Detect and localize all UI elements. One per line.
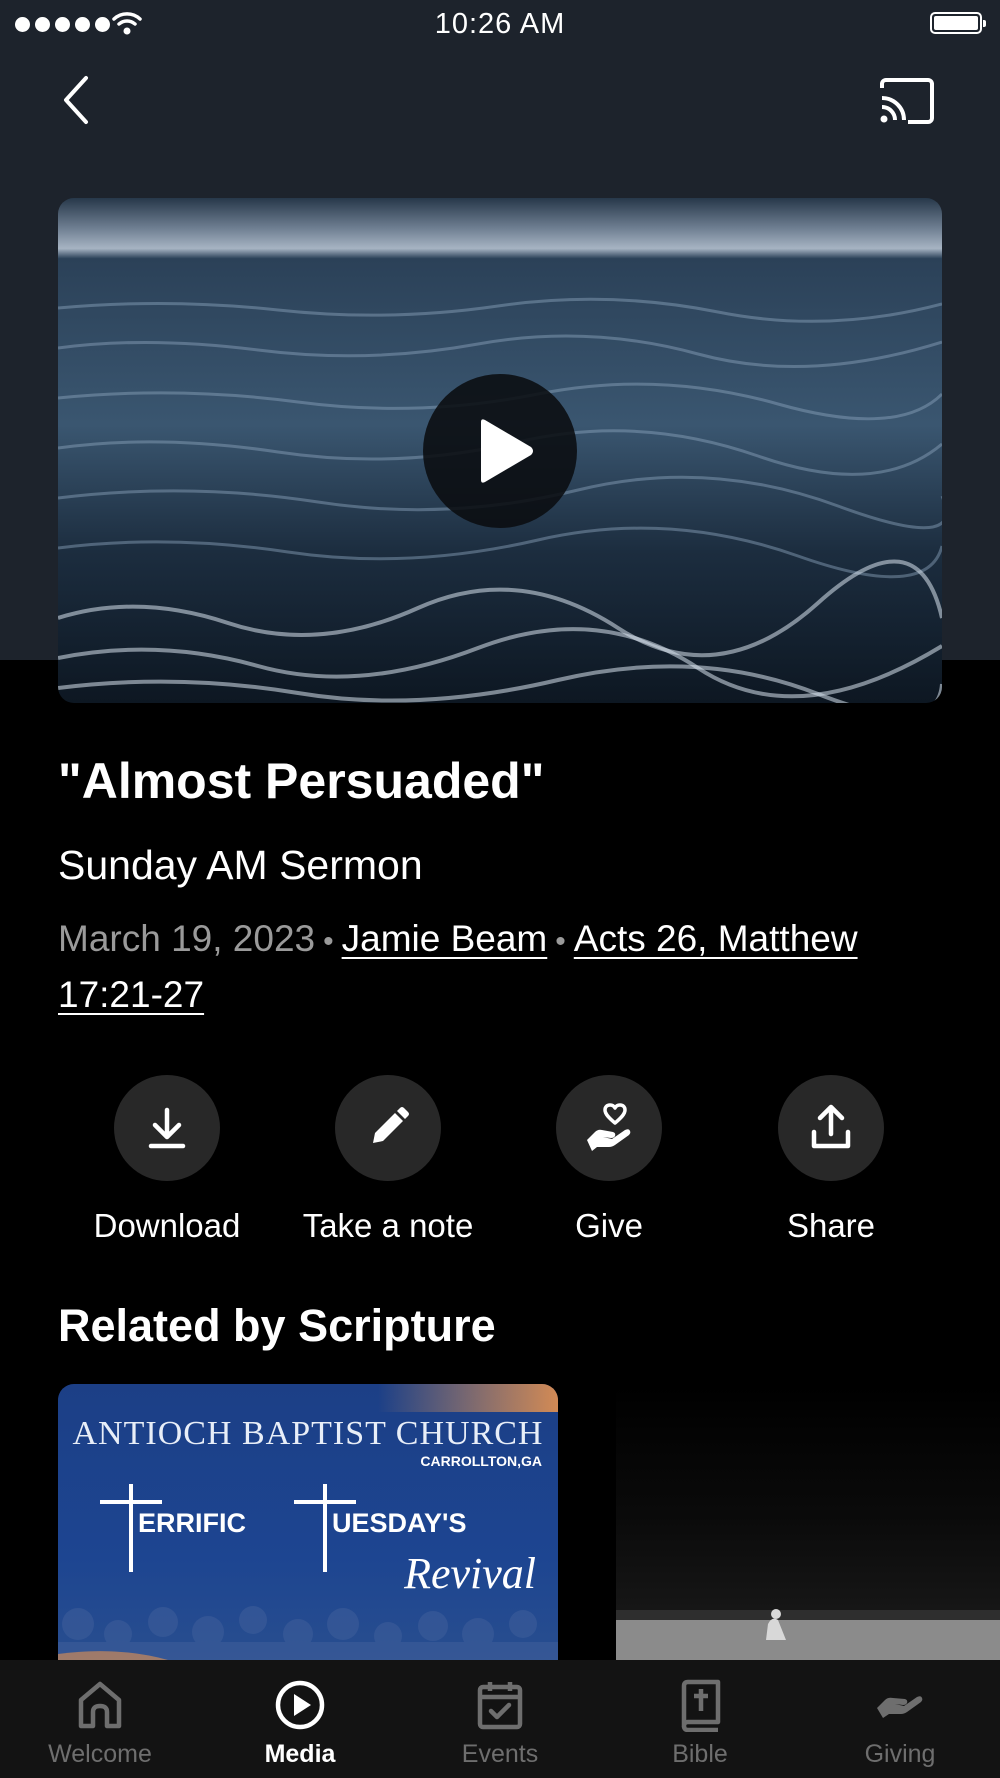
speaker-link[interactable]: Jamie Beam [342,918,548,959]
tab-giving-label: Giving [864,1740,936,1768]
tab-media[interactable]: Media [200,1660,400,1778]
download-circle[interactable] [114,1075,220,1181]
media-title: "Almost Persuaded" [58,753,545,809]
prayer-thumbnail-image [616,1384,1000,1674]
media-subtitle: Sunday AM Sermon [58,842,423,888]
share-icon [811,1104,851,1149]
play-icon [481,419,533,483]
play-circle-icon [275,1680,325,1730]
church-name: ANTIOCH BAPTIST CHURCH [73,1415,544,1452]
cast-button[interactable] [878,76,938,126]
calendar-icon [477,1682,523,1730]
church-location: CARROLLTON,GA [420,1453,542,1469]
related-section-title: Related by Scripture [58,1300,496,1351]
bible-icon [681,1679,721,1732]
revival-thumbnail-image: ANTIOCH BAPTIST CHURCH CARROLLTON,GA ERR… [58,1384,558,1674]
tab-bible-label: Bible [672,1740,728,1768]
tab-welcome-label: Welcome [48,1740,152,1768]
status-bar: 10:26 AM [0,0,1000,50]
media-meta: March 19, 2023 • Jamie Beam • Acts 26, Matth… [58,912,958,1021]
give-circle[interactable] [556,1075,662,1181]
giving-hand-icon [877,1696,923,1718]
media-date: March 19, 2023 [58,918,316,959]
take-note-button[interactable]: Take a note [288,1075,488,1245]
separator-dot: • [555,925,566,958]
back-button[interactable] [56,72,96,128]
download-button[interactable]: Download [67,1075,267,1245]
status-time: 10:26 AM [434,8,566,40]
home-icon [78,1681,122,1729]
tab-bible[interactable]: Bible [600,1660,800,1778]
play-button[interactable] [423,374,577,528]
tab-events[interactable]: Events [400,1660,600,1778]
tab-bar: Welcome Media Events Bible Giving [0,1660,1000,1778]
give-button[interactable]: Give [509,1075,709,1245]
download-label: Download [93,1207,241,1244]
separator-dot: • [323,925,334,958]
tab-giving[interactable]: Giving [800,1660,1000,1778]
pencil-icon [373,1107,409,1143]
tab-events-label: Events [461,1740,539,1768]
video-player[interactable] [58,198,942,703]
share-circle[interactable] [778,1075,884,1181]
title-script-revival: Revival [403,1549,536,1598]
share-label: Share [786,1207,876,1244]
related-media-card-2[interactable] [616,1384,1000,1674]
take-note-circle[interactable] [335,1075,441,1181]
download-icon [148,1107,186,1149]
chevron-left-icon [64,76,88,124]
battery-icon [930,12,986,34]
cast-icon [880,78,934,124]
related-media-card[interactable]: ANTIOCH BAPTIST CHURCH CARROLLTON,GA ERR… [58,1384,558,1674]
tab-welcome[interactable]: Welcome [0,1660,200,1778]
give-heart-hand-icon [587,1103,631,1151]
tab-media-label: Media [264,1740,336,1768]
title-word-tuesdays: UESDAY'S [332,1508,466,1538]
give-label: Give [575,1207,643,1244]
share-button[interactable]: Share [731,1075,931,1245]
title-word-terrific: ERRIFIC [138,1508,246,1538]
take-note-label: Take a note [302,1207,474,1244]
